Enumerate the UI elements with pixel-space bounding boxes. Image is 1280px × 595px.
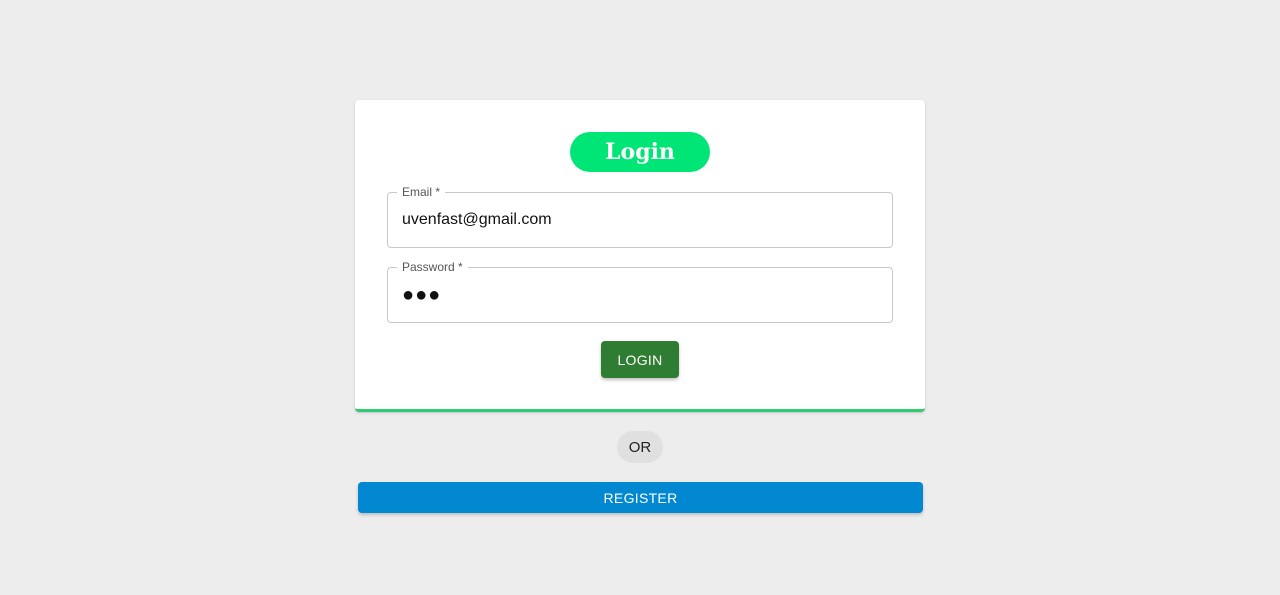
- password-field[interactable]: Password * ●●●: [387, 260, 893, 323]
- register-button[interactable]: REGISTER: [358, 482, 923, 513]
- page-title: Login: [570, 132, 710, 172]
- email-field[interactable]: Email * uvenfast@gmail.com: [387, 185, 893, 248]
- or-divider: OR: [617, 431, 663, 463]
- email-input[interactable]: uvenfast@gmail.com: [402, 193, 552, 247]
- login-button[interactable]: LOGIN: [601, 341, 679, 378]
- login-card: Login Email * uvenfast@gmail.com Passwor…: [355, 100, 925, 412]
- password-input[interactable]: ●●●: [402, 268, 441, 322]
